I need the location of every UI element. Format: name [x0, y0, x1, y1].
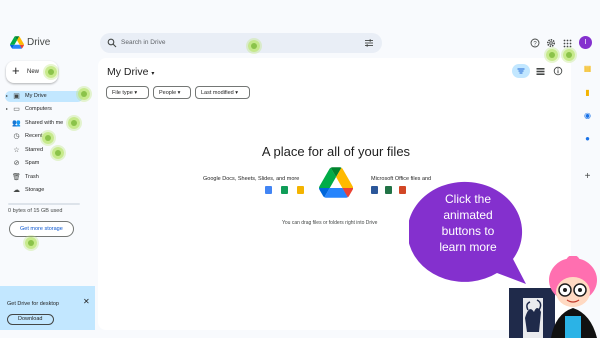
expand-caret-icon[interactable]: ▸: [6, 106, 8, 111]
word-icon: [371, 186, 378, 194]
page-title-text: My Drive: [107, 66, 149, 78]
star-icon: ☆: [13, 147, 20, 154]
callout-line: animated: [443, 208, 493, 222]
callout-line: Click the: [444, 192, 491, 206]
tutor-mascot-icon: [509, 256, 597, 338]
callout-text: Click the animated buttons to learn more: [418, 191, 518, 255]
plus-icon: +: [12, 63, 20, 78]
download-button-label: Download: [18, 316, 43, 322]
page-title[interactable]: My Drive ▾: [107, 66, 154, 78]
computer-icon: ▭: [13, 106, 20, 113]
sidebar-item-label: Storage: [25, 187, 45, 193]
hotspot-new[interactable]: [45, 66, 57, 78]
drive-icon: ▣: [13, 93, 20, 100]
app-brand: Drive: [27, 37, 51, 48]
slides-icon: [297, 186, 304, 194]
filter-label: File type: [112, 89, 133, 96]
hotspot-search[interactable]: [248, 40, 260, 52]
hotspot-starred[interactable]: [52, 147, 64, 159]
sidebar-item-label: Trash: [25, 174, 39, 180]
chevron-down-icon: ▾: [132, 89, 138, 96]
filter-last-modified[interactable]: Last modified ▾: [195, 86, 250, 99]
grid-view-icon[interactable]: [536, 67, 545, 76]
sidebar-item-my-drive[interactable]: ▸ ▣ My Drive: [5, 91, 83, 102]
search-input[interactable]: Search in Drive: [121, 39, 165, 46]
sidebar-item-starred[interactable]: ☆ Starred: [5, 145, 83, 156]
hotspot-my-drive[interactable]: [78, 88, 90, 100]
add-addon-icon[interactable]: +: [583, 172, 592, 182]
keep-icon[interactable]: ▮: [583, 88, 592, 97]
sidebar-item-spam[interactable]: ⊘ Spam: [5, 158, 83, 169]
info-icon[interactable]: [553, 66, 563, 76]
sidebar-item-computers[interactable]: ▸ ▭ Computers: [5, 104, 83, 115]
expand-caret-icon[interactable]: ▸: [6, 93, 8, 98]
search-options-icon[interactable]: [364, 38, 374, 48]
sheets-icon: [281, 186, 288, 194]
sidebar-item-storage[interactable]: ☁ Storage: [5, 185, 83, 196]
filter-label: Last modified: [201, 89, 234, 96]
sidebar-item-label: My Drive: [25, 93, 47, 99]
sidebar-item-trash[interactable]: 🗑 Trash: [5, 172, 83, 183]
tasks-icon[interactable]: ◉: [583, 111, 592, 120]
sidebar-item-label: Spam: [25, 160, 40, 166]
promo-title: Get Drive for desktop: [7, 301, 59, 307]
contacts-icon[interactable]: ●: [583, 134, 592, 143]
close-icon[interactable]: ✕: [83, 297, 90, 306]
hotspot-recent[interactable]: [42, 132, 54, 144]
chevron-down-icon: ▾: [151, 71, 155, 77]
drive-center-logo-icon: [319, 167, 353, 198]
excel-icon: [385, 186, 392, 194]
storage-usage-text: 0 bytes of 15 GB used: [8, 208, 63, 214]
calendar-icon[interactable]: ▦: [583, 64, 592, 73]
hotspot-storage[interactable]: [25, 237, 37, 249]
empty-state-title: A place for all of your files: [261, 144, 411, 159]
chevron-down-icon: ▾: [176, 89, 181, 96]
hotspot-shared[interactable]: [68, 117, 80, 129]
hotspot-settings[interactable]: [546, 49, 558, 61]
sidebar-item-label: Starred: [25, 147, 44, 153]
powerpoint-icon: [399, 186, 406, 194]
sidebar-item-label: Shared with me: [25, 120, 64, 126]
spam-icon: ⊘: [13, 160, 20, 167]
filter-people[interactable]: People ▾: [153, 86, 191, 99]
sidebar-item-label: Computers: [25, 106, 52, 112]
get-more-storage-label: Get more storage: [20, 226, 63, 232]
callout-line: learn more: [439, 240, 497, 254]
trash-icon: 🗑: [12, 174, 21, 181]
new-button-label: New: [27, 69, 40, 75]
google-docs-promo-label: Google Docs, Sheets, Slides, and more: [203, 176, 300, 182]
settings-icon[interactable]: [545, 37, 557, 49]
docs-icon: [265, 186, 272, 194]
drag-hint: You can drag files or folders right into…: [282, 220, 378, 226]
chevron-down-icon: ▾: [233, 89, 239, 96]
people-icon: 👥: [12, 120, 21, 127]
list-view-toggle[interactable]: [512, 64, 530, 78]
filter-list-icon: [517, 68, 525, 74]
search-icon[interactable]: [107, 38, 117, 48]
clock-icon: ◷: [13, 133, 20, 140]
filter-label: People: [159, 89, 177, 96]
apps-grid-icon[interactable]: [561, 37, 573, 49]
callout-line: buttons to: [441, 224, 495, 238]
hotspot-apps[interactable]: [563, 49, 575, 61]
storage-usage-bar: [8, 203, 80, 205]
help-icon[interactable]: ?: [529, 37, 541, 49]
drive-logo-icon[interactable]: [10, 36, 24, 49]
avatar[interactable]: I: [579, 36, 592, 49]
cloud-icon: ☁: [13, 187, 20, 194]
sidebar-item-label: Recent: [25, 133, 43, 139]
filter-file-type[interactable]: File type ▾: [106, 86, 149, 99]
